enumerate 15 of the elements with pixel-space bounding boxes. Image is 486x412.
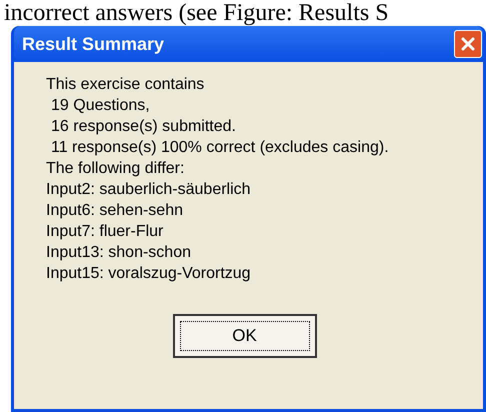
message-line: Input13: shon-schon <box>46 243 192 263</box>
message-line: 19 Questions, <box>50 96 151 116</box>
ok-button[interactable]: OK <box>172 314 316 358</box>
window-title: Result Summary <box>22 32 164 56</box>
message-line: 16 response(s) submitted. <box>50 117 237 137</box>
message-line: 11 response(s) 100% correct (excludes casing). <box>50 138 390 158</box>
close-button[interactable] <box>454 30 482 58</box>
close-icon <box>460 36 476 52</box>
document-text: incorrect answers (see Figure: Results S <box>3 0 390 26</box>
message-line: This exercise contains <box>46 75 206 95</box>
message-line: Input6: sehen-sehn <box>46 201 184 221</box>
message-line: Input2: sauberlich-säuberlich <box>46 180 252 200</box>
message-line: Input15: voralszug-Vorortzug <box>46 264 252 284</box>
message-line: Input7: fluer-Flur <box>46 222 164 242</box>
message-line: The following differ: <box>46 159 186 179</box>
